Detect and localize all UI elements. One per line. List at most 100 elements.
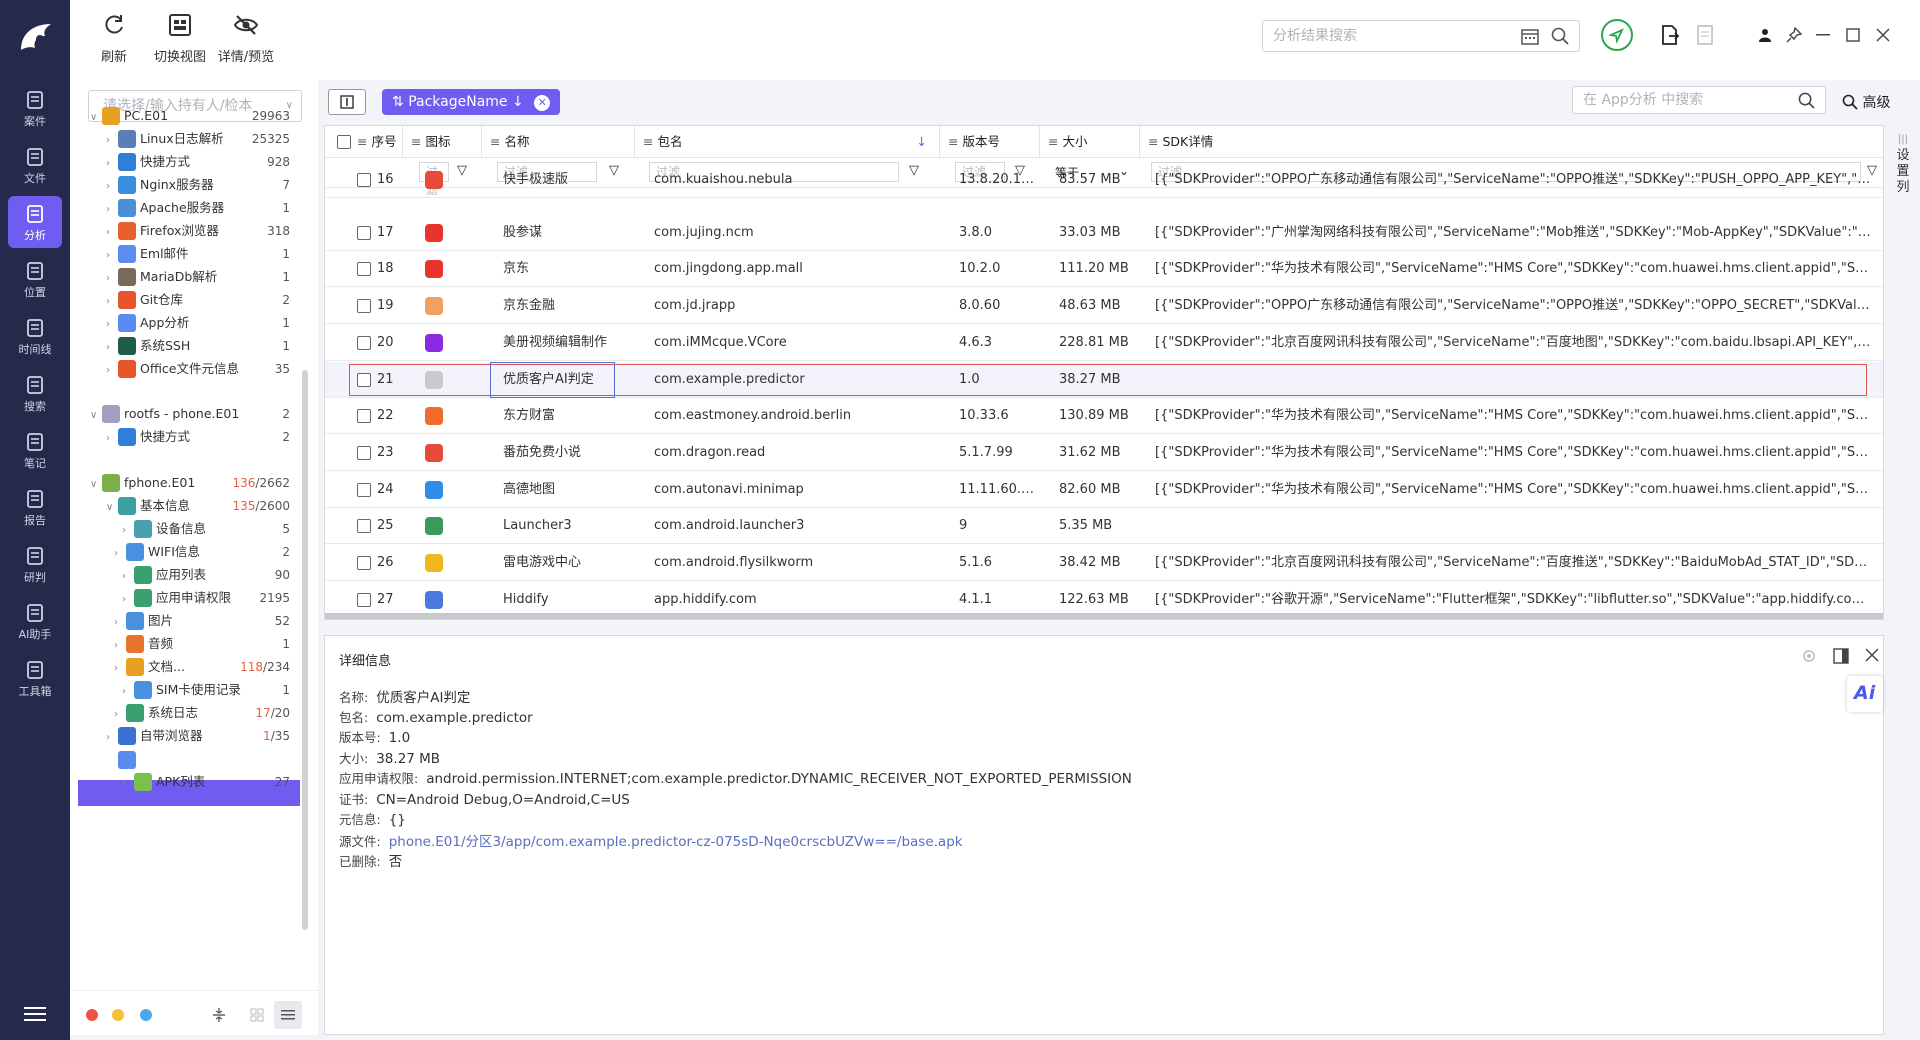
chevron-right-icon[interactable]: › <box>122 772 134 796</box>
collapse-all-icon[interactable] <box>212 1007 226 1023</box>
tree-node[interactable]: › 快捷方式 2 <box>106 425 300 449</box>
panel-toggle-button[interactable] <box>328 89 366 115</box>
settings-icon[interactable] <box>1801 648 1817 664</box>
col-size[interactable]: ≡ 大小 <box>1040 126 1140 158</box>
table-row[interactable]: 17 股参谋 com.jujing.ncm 3.8.0 33.03 MB [{"SDKPr… <box>325 215 1883 251</box>
tree-node[interactable]: › 系统日志 17/20 <box>114 701 300 725</box>
rail-item-0[interactable]: 案件 <box>8 82 62 134</box>
tree-node[interactable]: › SIM卡使用记录 1 <box>122 678 300 702</box>
col-version[interactable]: ≡ 版本号 <box>940 126 1040 158</box>
col-index[interactable]: ≡ 序号 <box>325 126 403 158</box>
row-checkbox[interactable] <box>357 445 371 460</box>
tree-node[interactable]: ∨ rootfs - phone.E01 2 <box>90 402 300 426</box>
tree-node[interactable]: › 音频 1 <box>114 632 300 656</box>
tree-node[interactable]: › Git仓库 2 <box>106 288 300 312</box>
tree-node[interactable]: › Eml邮件 1 <box>106 242 300 266</box>
col-sdk[interactable]: ≡ SDK详情 <box>1140 126 1883 158</box>
source-file-link[interactable]: phone.E01/分区3/app/com.example.predictor-… <box>389 834 963 850</box>
tree-node[interactable]: › WIFI信息 2 <box>114 540 300 564</box>
rail-item-5[interactable]: 搜索 <box>8 367 62 419</box>
sort-pill[interactable]: ⇅ PackageName ↓ ✕ <box>382 89 561 115</box>
export-icon[interactable] <box>1660 24 1680 46</box>
row-checkbox[interactable] <box>357 556 371 570</box>
rail-item-6[interactable]: 笔记 <box>8 424 62 476</box>
tree-node[interactable]: ∨ 基本信息 135/2600 <box>106 494 300 518</box>
col-icon[interactable]: ≡ 图标 <box>403 126 482 158</box>
advanced-search-button[interactable]: 高级 <box>1842 92 1890 112</box>
row-checkbox[interactable] <box>357 482 371 497</box>
table-row[interactable]: 24 高德地图 com.autonavi.minimap 11.11.60.3... 8… <box>325 472 1883 508</box>
tree-node[interactable]: › Office文件元信息 35 <box>106 357 300 381</box>
tree-node[interactable]: › 应用申请权限 2195 <box>122 586 300 610</box>
rail-item-9[interactable]: AI助手 <box>8 595 62 647</box>
calendar-icon[interactable] <box>1521 27 1539 45</box>
rail-item-7[interactable]: 报告 <box>8 481 62 533</box>
rail-item-4[interactable]: 时间线 <box>8 310 62 362</box>
tree-node[interactable]: › 快捷方式 928 <box>106 150 300 174</box>
maximize-icon[interactable] <box>1846 28 1860 42</box>
ai-assistant-button[interactable]: Ai <box>1847 676 1883 712</box>
rail-item-1[interactable]: 文件 <box>8 139 62 191</box>
rail-item-3[interactable]: 位置 <box>8 253 62 305</box>
switch-view-button[interactable]: 切换视图 <box>148 12 212 65</box>
chevron-down-icon[interactable]: ∨ <box>106 750 118 774</box>
tree-node[interactable]: ∨ PC.E01 29963 <box>90 104 300 128</box>
yellow-dot-icon[interactable] <box>112 1009 124 1021</box>
tree-node[interactable]: › Nginx服务器 7 <box>106 173 300 197</box>
row-checkbox[interactable] <box>357 173 371 187</box>
tree-node[interactable]: ∨ fphone.E01 136/2662 <box>90 471 300 495</box>
table-row[interactable]: 20 美册视频编辑制作 com.iMMcque.VCore 4.6.3 228.81 M… <box>325 325 1883 361</box>
chevron-right-icon[interactable]: › <box>106 427 118 451</box>
tree-node[interactable]: › 应用列表 90 <box>122 563 300 587</box>
search-icon[interactable] <box>1551 27 1569 45</box>
chevron-down-icon[interactable]: ∨ <box>90 473 102 497</box>
tree-node[interactable]: › 自带浏览器 1/35 <box>106 724 300 748</box>
select-all-checkbox[interactable] <box>337 135 351 149</box>
tree-node[interactable]: › Firefox浏览器 318 <box>106 219 300 243</box>
minimize-icon[interactable] <box>1816 34 1830 36</box>
tree-node[interactable]: › APK列表 27 <box>122 770 300 794</box>
table-row[interactable]: 22 东方财富 com.eastmoney.android.berlin 10.33.… <box>325 398 1883 435</box>
app-search-icon[interactable] <box>1798 92 1815 109</box>
col-package[interactable]: ≡ 包名 ↓ <box>635 126 940 158</box>
row-checkbox[interactable] <box>357 519 371 534</box>
refresh-button[interactable]: 刷新 <box>94 12 134 65</box>
details-preview-button[interactable]: 详情/预览 <box>210 12 282 65</box>
row-checkbox[interactable] <box>357 592 371 607</box>
tree-node[interactable]: › 系统SSH 1 <box>106 334 300 358</box>
table-row[interactable]: 21 优质客户AI判定 com.example.predictor 1.0 38.27 … <box>325 361 1883 398</box>
table-row[interactable]: 18 京东 com.jingdong.app.mall 10.2.0 111.20 MB… <box>325 251 1883 288</box>
result-search-input[interactable]: 分析结果搜索 <box>1262 20 1580 52</box>
row-checkbox[interactable] <box>357 409 371 424</box>
menu-icon[interactable] <box>24 1006 46 1022</box>
close-icon[interactable] <box>1876 28 1890 42</box>
row-checkbox[interactable] <box>357 372 371 387</box>
chevron-right-icon[interactable]: › <box>106 359 118 383</box>
shield-check-icon[interactable] <box>1600 18 1634 52</box>
user-icon[interactable] <box>1758 28 1772 42</box>
tree-node[interactable]: › Apache服务器 1 <box>106 196 300 220</box>
chevron-down-icon[interactable]: ∨ <box>106 496 118 520</box>
rail-item-10[interactable]: 工具箱 <box>8 652 62 704</box>
blue-dot-icon[interactable] <box>140 1009 152 1021</box>
grid-view-icon[interactable] <box>250 1008 264 1022</box>
list-view-button[interactable] <box>274 1001 302 1029</box>
table-row[interactable]: 16 快手极速版 com.kuaishou.nebula 13.8.20.10... 8… <box>325 170 1883 198</box>
tree-node[interactable]: › MariaDb解析 1 <box>106 265 300 289</box>
tree-node[interactable]: › Linux日志解析 25325 <box>106 127 300 151</box>
row-checkbox[interactable] <box>357 335 371 350</box>
table-row[interactable]: 19 京东金融 com.jd.jrapp 8.0.60 48.63 MB [{"SDKPr… <box>325 288 1883 325</box>
rail-item-2[interactable]: 分析 <box>8 196 62 248</box>
column-settings-button[interactable]: ||| 设置列 <box>1888 132 1918 196</box>
close-detail-icon[interactable] <box>1865 648 1879 662</box>
row-checkbox[interactable] <box>357 299 371 314</box>
pin-icon[interactable] <box>1786 27 1802 43</box>
rail-item-8[interactable]: 研判 <box>8 538 62 590</box>
tree-node[interactable]: › App分析 1 <box>106 311 300 335</box>
chevron-right-icon[interactable]: › <box>106 726 118 750</box>
tree-node[interactable]: › 设备信息 5 <box>122 517 300 541</box>
table-horizontal-scrollbar[interactable] <box>325 613 1883 619</box>
chevron-down-icon[interactable]: ∨ <box>90 106 102 130</box>
tree-node[interactable]: › 文档... 118/234 <box>114 655 300 679</box>
remove-sort-icon[interactable]: ✕ <box>534 95 551 111</box>
